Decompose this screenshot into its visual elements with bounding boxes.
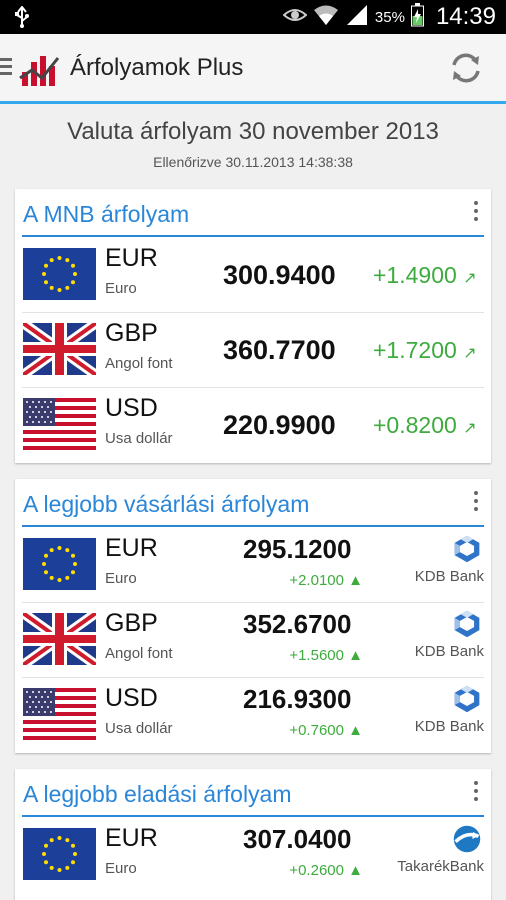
bank-name: KDB Bank — [414, 718, 484, 735]
card-title: A MNB árfolyam — [23, 201, 190, 227]
page-title: Valuta árfolyam 30 november 2013 — [67, 118, 439, 145]
rate-change-value: +1.5600 — [289, 647, 344, 664]
rate-row[interactable]: GBP Angol font 360.7700 +1.7200 ↗ — [15, 313, 491, 388]
rate-change-value: +1.7200 — [373, 337, 457, 363]
us-flag-icon — [23, 398, 96, 450]
uk-flag-icon — [23, 323, 96, 375]
kdb-bank-logo-icon — [451, 609, 483, 639]
eu-flag-icon — [23, 248, 96, 300]
best-sell-card: A legjobb eladási árfolyam EUR Euro 307.… — [15, 769, 491, 900]
rate-change-value: +0.8200 — [373, 412, 457, 438]
card-divider — [22, 525, 484, 527]
clock: 14:39 — [435, 3, 496, 30]
eu-flag-icon — [23, 828, 96, 880]
more-icon[interactable] — [473, 201, 479, 225]
currency-name: Usa dollár — [105, 720, 173, 737]
up-triangle-icon: ▲ — [348, 722, 363, 739]
battery-percent: 35% — [374, 8, 405, 26]
rate-row[interactable]: USD Usa dollár 216.9300 +0.7600 ▲ KDB Ba… — [15, 678, 491, 753]
currency-code: USD — [105, 684, 158, 712]
rate-change: +0.7600 ▲ — [287, 722, 363, 739]
more-icon[interactable] — [473, 491, 479, 515]
rate-change: +1.5600 ▲ — [287, 647, 363, 664]
action-bar: Árfolyamok Plus — [0, 34, 506, 104]
up-arrow-icon: ↗ — [463, 345, 477, 362]
status-bar: 35% 14:39 — [0, 0, 506, 34]
bank-name: KDB Bank — [414, 568, 484, 585]
menu-icon[interactable] — [0, 58, 12, 79]
mnb-card: A MNB árfolyam EUR Euro 300.9400 +1.4900… — [15, 189, 491, 463]
wifi-icon — [313, 4, 339, 31]
rate-value: 295.1200 — [243, 534, 352, 564]
eu-flag-icon — [23, 538, 96, 590]
app-logo-icon[interactable] — [18, 48, 62, 95]
takarek-bank-logo-icon — [451, 824, 483, 854]
rate-value: 220.9900 — [223, 410, 336, 440]
currency-name: Angol font — [105, 645, 173, 662]
rate-row[interactable]: EUR Euro 307.0400 +0.2600 ▲ TakarékBank — [15, 818, 491, 893]
kdb-bank-logo-icon — [451, 534, 483, 564]
rate-change: +1.4900 ↗ — [373, 262, 477, 289]
rate-row[interactable]: USD Usa dollár 220.9900 +0.8200 ↗ — [15, 388, 491, 463]
currency-code: USD — [105, 394, 158, 422]
rate-row[interactable]: EUR Euro 295.1200 +2.0100 ▲ KDB Bank — [15, 528, 491, 603]
currency-code: GBP — [105, 319, 158, 347]
more-icon[interactable] — [473, 781, 479, 805]
kdb-bank-logo-icon — [451, 684, 483, 714]
up-triangle-icon: ▲ — [348, 862, 363, 879]
rate-value: 307.0400 — [243, 824, 352, 854]
up-triangle-icon: ▲ — [348, 647, 363, 664]
rate-value: 216.9300 — [243, 684, 352, 714]
card-divider — [22, 815, 484, 817]
uk-flag-icon — [23, 613, 96, 665]
rate-change: +0.8200 ↗ — [373, 412, 477, 439]
currency-name: Euro — [105, 280, 137, 297]
rate-change: +0.2600 ▲ — [287, 862, 363, 879]
currency-name: Euro — [105, 860, 137, 877]
usb-icon — [14, 5, 30, 33]
currency-code: GBP — [105, 609, 158, 637]
currency-code: EUR — [105, 534, 158, 562]
currency-code: EUR — [105, 244, 158, 272]
card-divider — [22, 235, 484, 237]
up-arrow-icon: ↗ — [463, 420, 477, 437]
app-title: Árfolyamok Plus — [70, 54, 244, 81]
rate-row[interactable]: EUR Euro 300.9400 +1.4900 ↗ — [15, 238, 491, 313]
bank-name: TakarékBank — [397, 858, 484, 875]
bank-name: KDB Bank — [414, 643, 484, 660]
rate-row[interactable]: GBP Angol font 352.6700 +1.5600 ▲ KDB Ba… — [15, 603, 491, 678]
rate-change-value: +0.2600 — [289, 862, 344, 879]
rate-value: 360.7700 — [223, 335, 336, 365]
rate-value: 300.9400 — [223, 260, 336, 290]
refresh-icon[interactable] — [448, 50, 484, 91]
up-triangle-icon: ▲ — [348, 572, 363, 589]
signal-icon — [345, 4, 369, 31]
rate-change-value: +2.0100 — [289, 572, 344, 589]
currency-code: EUR — [105, 824, 158, 852]
us-flag-icon — [23, 688, 96, 740]
rate-change-value: +0.7600 — [289, 722, 344, 739]
last-checked: Ellenőrizve 30.11.2013 14:38:38 — [153, 154, 353, 170]
rate-change-value: +1.4900 — [373, 262, 457, 288]
rate-change: +1.7200 ↗ — [373, 337, 477, 364]
currency-name: Usa dollár — [105, 430, 173, 447]
card-title: A legjobb vásárlási árfolyam — [23, 491, 310, 517]
currency-name: Euro — [105, 570, 137, 587]
battery-icon — [410, 2, 424, 32]
card-title: A legjobb eladási árfolyam — [23, 781, 292, 807]
up-arrow-icon: ↗ — [463, 270, 477, 287]
eye-icon — [282, 7, 308, 28]
currency-name: Angol font — [105, 355, 173, 372]
rate-value: 352.6700 — [243, 609, 352, 639]
rate-change: +2.0100 ▲ — [287, 572, 363, 589]
best-buy-card: A legjobb vásárlási árfolyam EUR Euro 29… — [15, 479, 491, 753]
